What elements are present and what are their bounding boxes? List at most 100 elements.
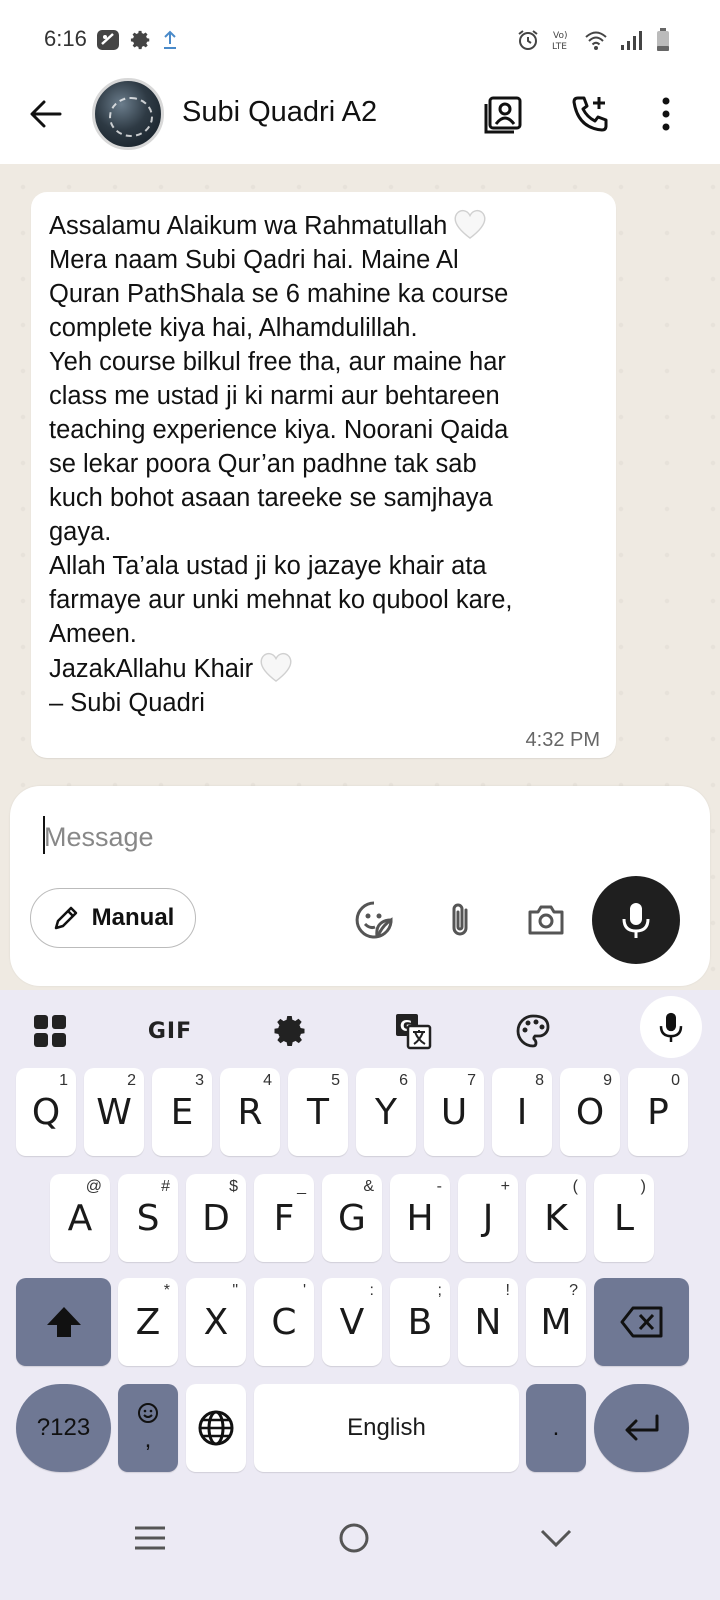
gif-label: GIF: [147, 1018, 193, 1044]
key-hint: ?: [569, 1282, 578, 1299]
key-hint: @: [85, 1178, 102, 1195]
status-left-icons: [96, 28, 178, 52]
key-i[interactable]: 8I: [492, 1068, 552, 1156]
app-notification-icon: [97, 30, 119, 50]
camera-button[interactable]: [522, 896, 570, 944]
key-v[interactable]: :V: [322, 1278, 382, 1366]
manual-button[interactable]: Manual: [30, 888, 196, 948]
emoji-comma-key[interactable]: ,: [118, 1384, 178, 1472]
symbols-key[interactable]: ?123: [16, 1384, 111, 1472]
backspace-key[interactable]: [594, 1278, 689, 1366]
message-bubble[interactable]: Assalamu Alaikum wa Rahmatullah Mera naa…: [31, 192, 616, 758]
key-label: W: [96, 1091, 132, 1133]
gif-button[interactable]: GIF: [145, 1006, 195, 1056]
enter-arrow-icon: [625, 1414, 658, 1441]
signal-icon: [621, 31, 642, 50]
key-hint: 0: [671, 1072, 680, 1089]
keyboard-settings-button[interactable]: [266, 1006, 316, 1056]
translate-button[interactable]: G: [388, 1006, 438, 1056]
white-heart-emoji-icon: [260, 652, 292, 683]
key-b[interactable]: ; B: [390, 1278, 450, 1366]
key-c[interactable]: ' C: [254, 1278, 314, 1366]
key-m[interactable]: ? M: [526, 1278, 586, 1366]
symbols-label: ?123: [36, 1414, 91, 1441]
sticker-icon: [355, 901, 393, 939]
contact-name[interactable]: Subi Quadri A2: [182, 96, 377, 129]
key-t[interactable]: 5T: [288, 1068, 348, 1156]
key-hint: 1: [59, 1072, 68, 1089]
key-hint: ): [640, 1178, 646, 1195]
key-hint: _: [297, 1178, 306, 1195]
key-label: T: [307, 1091, 329, 1133]
enter-key[interactable]: [594, 1384, 689, 1472]
volte-icon: Vo)LTE: [552, 31, 567, 52]
key-j[interactable]: + J: [458, 1174, 518, 1262]
voice-record-button[interactable]: [592, 876, 680, 964]
theme-button[interactable]: [508, 1006, 558, 1056]
key-p[interactable]: 0P: [628, 1068, 688, 1156]
message-body: Mera naam Subi Qadri hai. Maine Al Quran…: [49, 246, 513, 648]
key-hint: 8: [535, 1072, 544, 1089]
key-label: S: [136, 1197, 160, 1239]
key-label: G: [338, 1197, 366, 1239]
space-key[interactable]: English: [254, 1384, 519, 1472]
home-circle-icon: [339, 1523, 369, 1553]
key-hint: 5: [331, 1072, 340, 1089]
period-label: .: [552, 1414, 560, 1441]
more-options-button[interactable]: [642, 90, 690, 138]
language-key[interactable]: [186, 1384, 246, 1472]
key-a[interactable]: @ A: [50, 1174, 110, 1262]
keyboard-voice-button[interactable]: [640, 996, 702, 1058]
svg-text:Vo): Vo): [553, 31, 567, 41]
key-g[interactable]: & G: [322, 1174, 382, 1262]
contact-card-button[interactable]: [480, 90, 528, 138]
keyboard-toolbar: GIF G: [0, 990, 720, 1068]
key-l[interactable]: ) L: [594, 1174, 654, 1262]
contact-card-icon: [484, 96, 522, 134]
add-call-button[interactable]: [566, 90, 614, 138]
sticker-button[interactable]: [350, 896, 398, 944]
key-r[interactable]: 4R: [220, 1068, 280, 1156]
period-key[interactable]: .: [526, 1384, 586, 1472]
system-nav-bar: [0, 1480, 720, 1600]
key-d[interactable]: $ D: [186, 1174, 246, 1262]
globe-icon: [198, 1410, 234, 1446]
contact-avatar[interactable]: [92, 78, 164, 150]
key-q[interactable]: 1Q: [16, 1068, 76, 1156]
message-input[interactable]: [44, 816, 564, 858]
message-greeting: Assalamu Alaikum wa Rahmatullah: [49, 212, 448, 240]
hide-keyboard-button[interactable]: [528, 1516, 584, 1560]
key-label: I: [516, 1091, 528, 1133]
key-hint: -: [436, 1178, 442, 1195]
key-u[interactable]: 7U: [424, 1068, 484, 1156]
space-label: English: [347, 1414, 426, 1441]
key-label: O: [575, 1091, 605, 1133]
svg-text:LTE: LTE: [552, 42, 567, 52]
key-e[interactable]: 3E: [152, 1068, 212, 1156]
key-w[interactable]: 2W: [84, 1068, 144, 1156]
key-label: A: [67, 1197, 93, 1239]
key-x[interactable]: " X: [186, 1278, 246, 1366]
key-label: K: [544, 1197, 568, 1239]
recent-apps-button[interactable]: [122, 1516, 178, 1560]
key-z[interactable]: * Z: [118, 1278, 178, 1366]
key-h[interactable]: -H: [390, 1174, 450, 1262]
key-label: X: [203, 1301, 229, 1343]
key-hint: :: [369, 1282, 374, 1299]
apps-grid-button[interactable]: [25, 1006, 75, 1056]
key-k[interactable]: (K: [526, 1174, 586, 1262]
key-n[interactable]: ! N: [458, 1278, 518, 1366]
key-s[interactable]: # S: [118, 1174, 178, 1262]
status-bar: 6:16 Vo) LTE: [0, 0, 720, 76]
arrow-left-icon: [30, 100, 62, 128]
key-hint: 9: [603, 1072, 612, 1089]
key-y[interactable]: 6Y: [356, 1068, 416, 1156]
manual-label: Manual: [91, 904, 175, 931]
attach-button[interactable]: [436, 896, 484, 944]
key-f[interactable]: _ F: [254, 1174, 314, 1262]
home-button[interactable]: [326, 1516, 382, 1560]
back-button[interactable]: [24, 92, 68, 136]
shift-key[interactable]: [16, 1278, 111, 1366]
key-label: H: [406, 1197, 434, 1239]
key-o[interactable]: 9O: [560, 1068, 620, 1156]
